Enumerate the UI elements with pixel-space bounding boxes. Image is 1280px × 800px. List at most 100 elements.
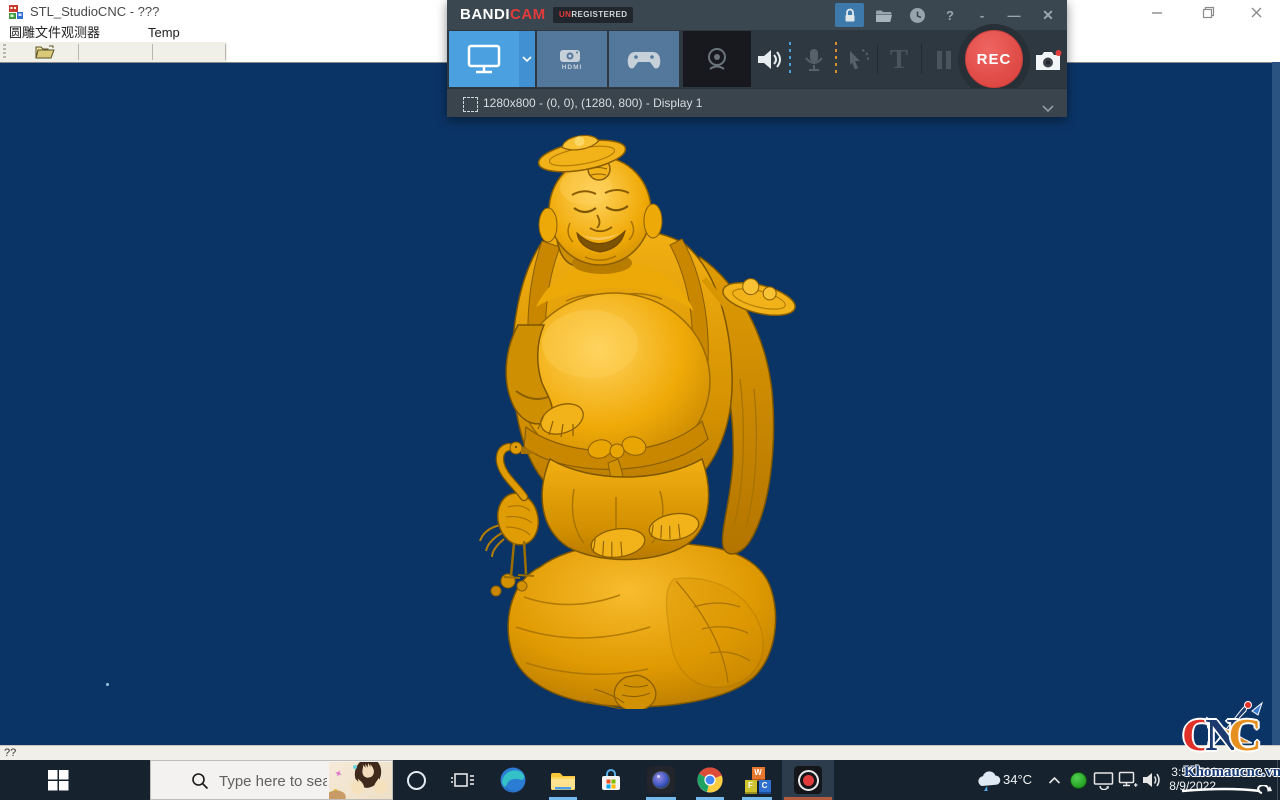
- camera-icon: [1033, 48, 1063, 73]
- tray-volume[interactable]: [1140, 760, 1164, 800]
- lens-app-icon: [647, 766, 675, 794]
- capture-region-text: 1280x800 - (0, 0), (1280, 800) - Display…: [483, 89, 702, 117]
- record-button[interactable]: REC: [965, 30, 1023, 88]
- close-icon: [1250, 6, 1263, 19]
- cortana-button[interactable]: [397, 760, 435, 800]
- file-explorer-icon: [550, 769, 576, 792]
- toolbar-band: [0, 42, 227, 63]
- text-overlay-button[interactable]: T: [885, 44, 913, 74]
- cursor-dot: [106, 683, 109, 686]
- search-highlight-art[interactable]: [329, 762, 393, 800]
- taskbar-wfc-app[interactable]: W F C: [737, 760, 779, 800]
- taskbar-edge[interactable]: [494, 760, 532, 800]
- game-recording-mode-button[interactable]: [609, 31, 679, 87]
- badge-registered: REGISTERED: [571, 10, 627, 19]
- brand-primary: BANDI: [460, 6, 510, 23]
- tray-network[interactable]: [1116, 760, 1140, 800]
- toolbar-separator: [225, 44, 226, 60]
- cast-icon: [1093, 771, 1114, 790]
- taskbar-lens-app[interactable]: [641, 760, 681, 800]
- restore-icon: [1202, 6, 1215, 19]
- volume-icon: [1142, 771, 1163, 789]
- screen-recording-mode-button[interactable]: [449, 31, 519, 87]
- bandicam-taskbar-icon: [794, 766, 822, 794]
- viewport-right-edge: [1272, 62, 1280, 745]
- weather-icon[interactable]: [975, 770, 1001, 791]
- hand-icon: [369, 774, 392, 797]
- microphone-icon: [801, 47, 827, 73]
- separator: [921, 44, 922, 74]
- bandicam-toolbar: HDMI: [447, 30, 1067, 88]
- region-dropdown[interactable]: [1041, 100, 1055, 118]
- menu-item-temp[interactable]: Temp: [148, 24, 180, 42]
- cnc-logo: CNC: [1182, 705, 1262, 765]
- close-icon: ✕: [1042, 7, 1054, 24]
- edge-icon: [500, 767, 526, 793]
- webcam-icon: [704, 46, 730, 72]
- buddha-statue: [478, 129, 798, 709]
- unregistered-badge: UNREGISTERED: [553, 7, 633, 23]
- taskbar-store[interactable]: [592, 760, 630, 800]
- task-view-button[interactable]: [443, 760, 483, 800]
- record-label: REC: [977, 51, 1012, 68]
- tray-expand-button[interactable]: [1043, 760, 1065, 800]
- open-output-folder-button[interactable]: [871, 3, 897, 27]
- mouse-effect-toggle[interactable]: [845, 46, 871, 74]
- chevron-down-icon: [1041, 104, 1055, 113]
- speaker-toggle[interactable]: [756, 46, 784, 74]
- text-overlay-icon: T: [890, 44, 908, 75]
- restore-button[interactable]: [1191, 0, 1225, 24]
- bandicam-close-button[interactable]: ✕: [1035, 3, 1061, 27]
- minimize-icon: —: [1008, 8, 1021, 23]
- watermark: CNC Khomaucnc.vn: [1178, 703, 1280, 800]
- lock-button[interactable]: [835, 3, 864, 27]
- mouse-click-icon: [845, 47, 871, 73]
- confetti-pink: [334, 769, 343, 778]
- hdmi-camera-icon: [558, 48, 586, 64]
- pause-icon: [936, 50, 952, 70]
- chevron-down-icon: [522, 56, 532, 63]
- start-button[interactable]: [36, 760, 80, 800]
- monitor-icon: [466, 43, 502, 75]
- minimize-button[interactable]: [1140, 0, 1174, 24]
- watermark-site: Khomaucnc.vn: [1184, 764, 1280, 781]
- confetti-cyan: [353, 765, 357, 769]
- open-folder-icon[interactable]: [34, 44, 56, 60]
- search-input[interactable]: [217, 769, 329, 793]
- watermark-underline-icon: [1178, 785, 1278, 800]
- taskbar-file-explorer[interactable]: [543, 760, 583, 800]
- microphone-toggle[interactable]: [801, 46, 827, 74]
- model-viewport[interactable]: [0, 62, 1272, 746]
- webcam-overlay-button[interactable]: [683, 31, 751, 87]
- tray-cast[interactable]: [1091, 760, 1115, 800]
- close-button[interactable]: [1239, 0, 1273, 24]
- menu-item-sculpture-viewer[interactable]: 圆雕文件观测器: [9, 24, 100, 42]
- temperature-text[interactable]: 34°C: [1003, 760, 1032, 800]
- tray-green-status[interactable]: [1066, 760, 1090, 800]
- app-statusbar: ??: [0, 745, 1280, 761]
- store-icon: [599, 768, 623, 792]
- schedule-button[interactable]: [904, 3, 930, 27]
- clock-icon: [909, 7, 926, 24]
- badge-un: UN: [559, 10, 571, 19]
- hide-icon: -: [980, 8, 984, 23]
- blue-dotted-separator: [789, 42, 791, 76]
- screenshot-button[interactable]: [1032, 47, 1064, 73]
- toolbar-gripper[interactable]: [3, 44, 6, 60]
- folder-icon: [875, 8, 893, 23]
- device-recording-mode-button[interactable]: HDMI: [537, 31, 607, 87]
- help-button[interactable]: ?: [937, 3, 963, 27]
- network-icon: [1118, 771, 1138, 789]
- wfc-blocks-icon: W F C: [745, 767, 772, 794]
- brand-accent: CAM: [510, 6, 546, 23]
- screen-mode-dropdown[interactable]: [519, 31, 535, 87]
- taskbar: W F C 34°C: [0, 760, 1280, 800]
- bandicam-minimize-button[interactable]: —: [1001, 3, 1027, 27]
- taskbar-bandicam-active[interactable]: [782, 760, 834, 800]
- taskbar-chrome[interactable]: [691, 760, 729, 800]
- taskbar-search[interactable]: [150, 760, 393, 800]
- capture-region-bar: 1280x800 - (0, 0), (1280, 800) - Display…: [447, 88, 1067, 117]
- pause-button[interactable]: [931, 48, 957, 72]
- logo-letter-c2: C: [1228, 705, 1261, 765]
- toolbar-separator: [152, 44, 153, 60]
